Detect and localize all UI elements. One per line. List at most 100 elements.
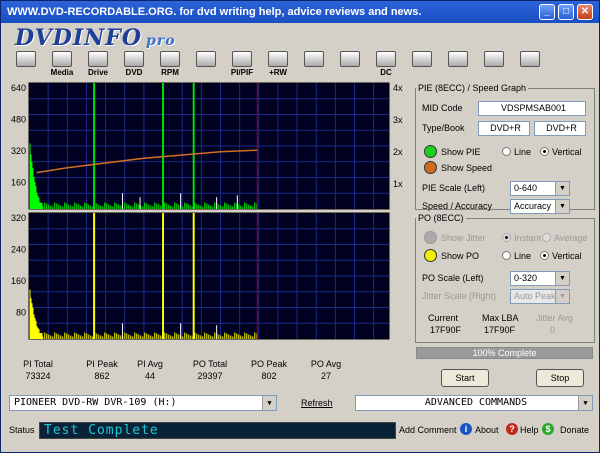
media-icon	[52, 51, 72, 67]
pie-speed-tick-label: 1x	[393, 179, 403, 189]
status-bar: Status Test Complete Add Comment i About…	[7, 421, 595, 441]
donate-link[interactable]: Donate	[560, 425, 589, 435]
toolbar-label: DC	[380, 68, 392, 77]
toolbar-button-3[interactable]: DVD	[117, 51, 151, 79]
show-pie-label[interactable]: Show PIE	[441, 147, 481, 157]
status-label: Status	[9, 425, 35, 435]
po-color-icon[interactable]	[424, 249, 437, 262]
about-icon[interactable]: i	[460, 423, 472, 435]
stop-button[interactable]: Stop	[536, 369, 584, 387]
toolbar-label: Drive	[87, 68, 108, 77]
stat-label: PO Peak	[250, 359, 288, 369]
toolbar-button-6[interactable]: PI/PIF	[225, 51, 259, 79]
stat-value: 27	[320, 371, 331, 381]
pie-speed-tick-label: 4x	[393, 83, 403, 93]
pie-speed-tick-label: 2x	[393, 147, 403, 157]
jitter-color-icon	[424, 231, 437, 244]
toolbar-button-7[interactable]: +RW	[261, 51, 295, 79]
jitter-avg-label: Jitter Avg	[536, 313, 573, 323]
minimize-icon[interactable]: _	[539, 4, 555, 20]
type-book-label: Type/Book	[422, 123, 465, 133]
x-tick-label: 1GB	[97, 342, 115, 343]
stat-value: 802	[261, 371, 277, 381]
play-pause-icon	[484, 51, 504, 67]
po-tick-label: 80	[16, 308, 26, 318]
stat-value: 73324	[25, 371, 51, 381]
stat-label: PO Avg	[310, 359, 342, 369]
stat-label: PI Avg	[137, 359, 163, 369]
x-tick-label: 3GB	[250, 342, 268, 343]
toolbar-button-11[interactable]	[405, 51, 439, 79]
mid-code-field: VDSPMSAB001	[478, 101, 586, 116]
help-icon[interactable]: ?	[506, 423, 518, 435]
po-vertical-label: Vertical	[552, 251, 582, 261]
refresh-link[interactable]: Refresh	[301, 398, 333, 408]
stat-label: PI Total	[23, 359, 53, 369]
po-vertical-radio[interactable]	[540, 251, 549, 260]
disc-check-icon	[376, 51, 396, 67]
toolbar: Media Drive DVD RPM PI/PIF +RW DC	[9, 51, 593, 81]
instant-label: Instant	[514, 233, 542, 243]
po-line-radio[interactable]	[502, 251, 511, 260]
toolbar-button-0[interactable]	[9, 51, 43, 79]
right-panel: PIE (8ECC) / Speed Graph MID Code VDSPMS…	[413, 81, 597, 391]
progress-text: 100% Complete	[472, 348, 537, 358]
toolbar-button-9[interactable]	[333, 51, 367, 79]
stats-row: PI Total 73324 PI Peak 862 PI Avg 44 PO Total 2…	[11, 359, 411, 389]
drive-select[interactable]: PIONEER DVD-RW DVR-109 (H:) ▼	[9, 395, 277, 411]
toolbar-button-10[interactable]: DC	[369, 51, 403, 79]
toolbar-button-14[interactable]	[513, 51, 547, 79]
dvd-icon	[124, 51, 144, 67]
advanced-commands-select[interactable]: ADVANCED COMMANDS ▼	[355, 395, 593, 411]
pie-line-radio[interactable]	[502, 147, 511, 156]
average-label: Average	[554, 233, 588, 243]
po-tick-label: 240	[11, 245, 26, 255]
toolbar-button-4[interactable]: RPM	[153, 51, 187, 79]
window-title: WWW.DVD-RECORDABLE.ORG. for dvd writing …	[7, 6, 422, 18]
toolbar-button-8[interactable]	[297, 51, 331, 79]
stat-label: PO Total	[192, 359, 228, 369]
pie-speed-tick-label: 3x	[393, 115, 403, 125]
pie-tick-label: 640	[11, 83, 26, 93]
speed-accuracy-select[interactable]: Accuracy ▼	[510, 199, 570, 214]
pie-scale-select[interactable]: 0-640 ▼	[510, 181, 570, 196]
jitter-scale-select: Auto Peak ▼	[510, 289, 570, 304]
show-speed-label[interactable]: Show Speed	[441, 163, 492, 173]
app-window: WWW.DVD-RECORDABLE.ORG. for dvd writing …	[0, 0, 600, 453]
toolbar-button-12[interactable]	[441, 51, 475, 79]
plus-rw-icon	[268, 51, 288, 67]
title-bar[interactable]: WWW.DVD-RECORDABLE.ORG. for dvd writing …	[1, 1, 599, 23]
speed-color-icon[interactable]	[424, 161, 437, 174]
toolbar-button-13[interactable]	[477, 51, 511, 79]
toolbar-button-1[interactable]: Media	[45, 51, 79, 79]
po-tick-label: 320	[11, 213, 26, 223]
pie-vertical-radio[interactable]	[540, 147, 549, 156]
show-po-label[interactable]: Show PO	[441, 251, 479, 261]
toolbar-label: DVD	[125, 68, 143, 77]
pie-color-icon[interactable]	[424, 145, 437, 158]
stop-icon	[520, 51, 540, 67]
book-field: DVD+R	[534, 121, 586, 136]
about-link[interactable]: About	[475, 425, 499, 435]
donate-icon[interactable]: $	[542, 423, 554, 435]
stat-value: 29397	[197, 371, 223, 381]
bottom-controls: PIONEER DVD-RW DVR-109 (H:) ▼ Refresh ADV…	[7, 395, 595, 415]
toolbar-button-5[interactable]	[189, 51, 223, 79]
start-button[interactable]: Start	[441, 369, 489, 387]
po-scale-select[interactable]: 0-320 ▼	[510, 271, 570, 286]
close-icon[interactable]: ✕	[577, 4, 593, 20]
help-link[interactable]: Help	[520, 425, 539, 435]
maximize-icon[interactable]: □	[558, 4, 574, 20]
toolbar-button-2[interactable]: Drive	[81, 51, 115, 79]
stat-label: PI Peak	[86, 359, 118, 369]
toolbar-label: PI/PIF	[230, 68, 254, 77]
po-panel-title: PO (8ECC)	[418, 213, 464, 223]
pi-pif-icon	[232, 51, 252, 67]
logo-banner: DVDINFO pro	[1, 23, 599, 51]
x-tick-label: 2GB	[173, 342, 191, 343]
add-comment-link[interactable]: Add Comment	[399, 425, 457, 435]
disc-settings-icon	[340, 51, 360, 67]
mid-code-label: MID Code	[422, 103, 463, 113]
pie-tick-label: 320	[11, 146, 26, 156]
toolbar-label: Media	[50, 68, 74, 77]
